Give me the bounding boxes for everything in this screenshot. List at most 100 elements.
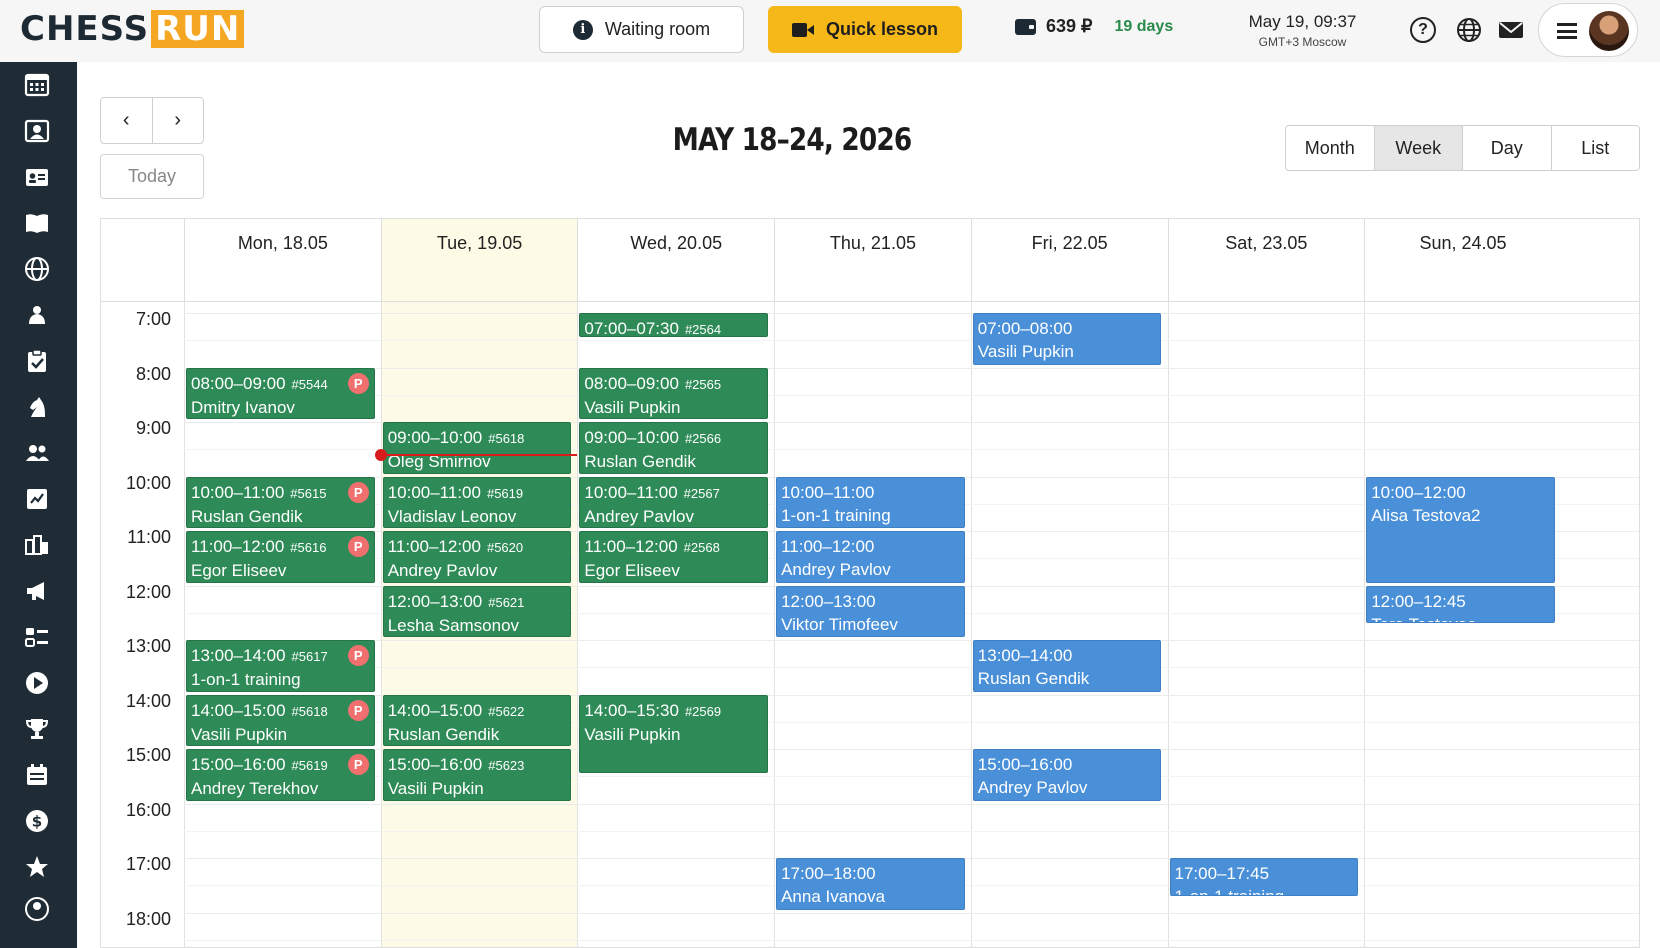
- profile-icon[interactable]: [24, 896, 50, 922]
- day-column-header[interactable]: Mon, 18.05: [184, 219, 381, 301]
- quick-lesson-button[interactable]: Quick lesson: [768, 6, 962, 53]
- checklist-icon[interactable]: [24, 624, 50, 650]
- event-time-row: 10:00–12:00: [1371, 481, 1550, 504]
- event-number: #2567: [683, 485, 720, 501]
- event-time-row: 11:00–12:00 #5616: [191, 535, 370, 559]
- view-day-button[interactable]: Day: [1462, 126, 1551, 170]
- lesson-event[interactable]: 17:00–17:45 1-on-1 training: [1169, 858, 1359, 896]
- lesson-event[interactable]: 14:00–15:00 #5618 Vasili Pupkin P: [186, 694, 375, 746]
- date-time-text: May 19, 09:37: [1248, 12, 1357, 31]
- lesson-event[interactable]: 10:00–11:00 #5619 Vladislav Leonov: [382, 476, 572, 528]
- lesson-event[interactable]: 09:00–10:00 #5618 Oleg Smirnov: [382, 422, 572, 474]
- column-divider: [1364, 219, 1366, 947]
- mail-icon[interactable]: [1498, 17, 1524, 43]
- event-time: 08:00–09:00: [191, 373, 286, 393]
- chess-pieces-icon[interactable]: [24, 532, 50, 558]
- lesson-event[interactable]: 07:00–07:30 #2564: [579, 313, 769, 338]
- today-button[interactable]: Today: [100, 154, 204, 199]
- day-column-header[interactable]: Sun, 24.05: [1364, 219, 1561, 301]
- trophy-icon[interactable]: [24, 716, 50, 742]
- lesson-event[interactable]: 15:00–16:00 #5619 Andrey Terekhov P: [186, 749, 375, 801]
- book-icon[interactable]: [24, 210, 50, 236]
- lesson-event[interactable]: 13:00–14:00 Ruslan Gendik: [972, 640, 1162, 692]
- language-globe-icon[interactable]: [1456, 17, 1482, 43]
- play-icon[interactable]: [24, 670, 50, 696]
- event-title: 1-on-1 training: [191, 670, 301, 689]
- event-time-row: 13:00–14:00: [978, 644, 1157, 667]
- avatar[interactable]: [1589, 11, 1629, 51]
- lesson-event[interactable]: 12:00–12:45 Tara Testovaa: [1366, 585, 1555, 624]
- star-icon[interactable]: [24, 854, 50, 880]
- clipboard-icon[interactable]: [24, 348, 50, 374]
- view-month-button[interactable]: Month: [1286, 126, 1374, 170]
- events-icon[interactable]: [24, 762, 50, 788]
- day-column-header[interactable]: Fri, 22.05: [970, 219, 1168, 301]
- lesson-event[interactable]: 11:00–12:00 #2568 Egor Eliseev: [579, 531, 769, 583]
- lesson-event[interactable]: 10:00–12:00 Alisa Testova2: [1366, 476, 1555, 583]
- event-time-row: 13:00–14:00 #5617: [191, 644, 370, 668]
- day-column-header[interactable]: Sat, 23.05: [1167, 219, 1365, 301]
- lesson-event[interactable]: 11:00–12:00 Andrey Pavlov: [776, 531, 965, 583]
- event-time-row: 10:00–11:00 #2567: [584, 481, 763, 505]
- event-number: #2565: [684, 376, 722, 392]
- dollar-icon[interactable]: $: [24, 808, 50, 834]
- chess-knight-icon[interactable]: [24, 394, 50, 420]
- user-menu[interactable]: [1538, 3, 1638, 57]
- help-icon[interactable]: ?: [1410, 17, 1436, 43]
- lesson-event[interactable]: 09:00–10:00 #2566 Ruslan Gendik: [579, 422, 769, 474]
- lesson-event[interactable]: 14:00–15:00 #5622 Ruslan Gendik: [382, 694, 572, 746]
- chart-icon[interactable]: [24, 486, 50, 512]
- lesson-event[interactable]: 15:00–16:00 Andrey Pavlov: [972, 749, 1162, 801]
- globe-icon[interactable]: [24, 256, 50, 282]
- event-time-row: 10:00–11:00 #5615: [191, 481, 370, 505]
- event-time-row: 07:00–07:30 #2564: [584, 317, 763, 336]
- contact-card-icon[interactable]: [24, 164, 50, 190]
- half-hour-gridline: [184, 830, 1639, 832]
- event-title: Andrey Pavlov: [977, 778, 1088, 797]
- event-time-row: 10:00–11:00 #5619: [388, 481, 567, 505]
- chessrun-logo[interactable]: CHESS RUN: [20, 9, 245, 49]
- chess-pawn-icon[interactable]: [24, 302, 50, 328]
- users-icon[interactable]: [24, 440, 50, 466]
- status-badge: P: [347, 481, 369, 503]
- previous-week-button[interactable]: ‹: [101, 98, 152, 143]
- lesson-event[interactable]: 10:00–11:00 #5615 Ruslan Gendik P: [186, 476, 375, 528]
- time-label: 16:00: [125, 799, 171, 820]
- half-hour-gridline: [184, 939, 1639, 941]
- event-time-row: 15:00–16:00 #5619: [191, 753, 370, 777]
- view-list-button[interactable]: List: [1550, 126, 1640, 170]
- lesson-event[interactable]: 10:00–11:00 1-on-1 training: [776, 476, 965, 528]
- calendar-icon[interactable]: [24, 72, 50, 98]
- event-time-row: 07:00–08:00: [978, 317, 1157, 340]
- day-column-header[interactable]: Wed, 20.05: [577, 219, 774, 301]
- lesson-event[interactable]: 11:00–12:00 #5620 Andrey Pavlov: [382, 531, 572, 583]
- lesson-event[interactable]: 08:00–09:00 #5544 Dmitry Ivanov P: [186, 367, 375, 419]
- event-title: Ruslan Gendik: [584, 452, 696, 471]
- column-divider: [380, 219, 382, 947]
- lesson-event[interactable]: 12:00–13:00 Viktor Timofeev: [776, 585, 965, 637]
- lesson-event[interactable]: 07:00–08:00 Vasili Pupkin: [972, 313, 1162, 365]
- lesson-event[interactable]: 15:00–16:00 #5623 Vasili Pupkin: [382, 749, 572, 801]
- event-title: Vasili Pupkin: [584, 397, 681, 417]
- day-column-header[interactable]: Thu, 21.05: [774, 219, 971, 301]
- next-week-button[interactable]: ›: [151, 98, 204, 143]
- day-column-header[interactable]: Tue, 19.05: [380, 219, 578, 301]
- waiting-room-button[interactable]: i Waiting room: [539, 6, 744, 53]
- lesson-event[interactable]: 12:00–13:00 #5621 Lesha Samsonov: [382, 585, 572, 637]
- megaphone-icon[interactable]: [24, 578, 50, 604]
- hamburger-menu-icon[interactable]: [1557, 23, 1577, 39]
- balance-widget[interactable]: 639 ₽ 19 days: [1015, 16, 1173, 37]
- today-column-highlight: [380, 219, 578, 947]
- time-label: 8:00: [135, 363, 171, 384]
- waiting-room-label: Waiting room: [604, 19, 711, 39]
- lesson-event[interactable]: 17:00–18:00 Anna Ivanova: [776, 858, 965, 910]
- header-divider: [101, 301, 1639, 302]
- lesson-event[interactable]: 10:00–11:00 #2567 Andrey Pavlov: [579, 476, 769, 528]
- lesson-event[interactable]: 11:00–12:00 #5616 Egor Eliseev P: [186, 531, 375, 583]
- student-icon[interactable]: [24, 118, 50, 144]
- view-week-button[interactable]: Week: [1373, 126, 1462, 170]
- event-number: #5618: [291, 703, 328, 719]
- lesson-event[interactable]: 14:00–15:30 #2569 Vasili Pupkin: [579, 694, 769, 774]
- lesson-event[interactable]: 13:00–14:00 #5617 1-on-1 training P: [186, 640, 375, 692]
- lesson-event[interactable]: 08:00–09:00 #2565 Vasili Pupkin: [579, 367, 769, 419]
